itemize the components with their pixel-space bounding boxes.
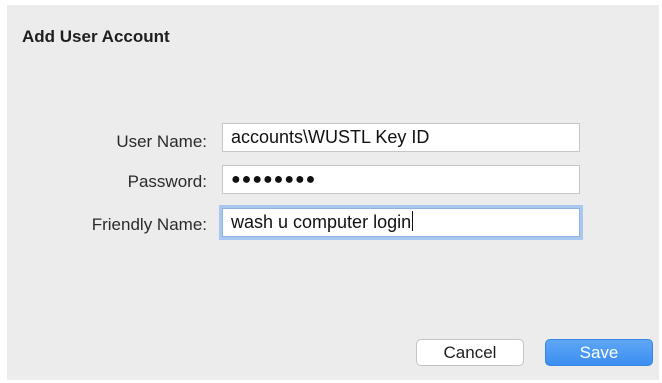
username-value: accounts\WUSTL Key ID — [231, 127, 430, 147]
text-caret — [412, 211, 414, 231]
friendly-name-field[interactable]: wash u computer login — [222, 208, 580, 237]
password-field[interactable]: ●●●●●●●● — [222, 165, 580, 194]
friendly-name-value: wash u computer login — [231, 212, 412, 232]
friendly-name-label: Friendly Name: — [91, 215, 207, 234]
add-user-account-dialog: Add User Account User Name: accounts\WUS… — [7, 5, 659, 380]
dialog-title: Add User Account — [22, 27, 170, 46]
username-label: User Name: — [116, 132, 207, 151]
cancel-button[interactable]: Cancel — [416, 339, 524, 366]
password-label: Password: — [127, 172, 207, 191]
password-masked-value: ●●●●●●●● — [231, 171, 317, 188]
save-button[interactable]: Save — [545, 339, 653, 366]
username-field[interactable]: accounts\WUSTL Key ID — [222, 123, 580, 152]
